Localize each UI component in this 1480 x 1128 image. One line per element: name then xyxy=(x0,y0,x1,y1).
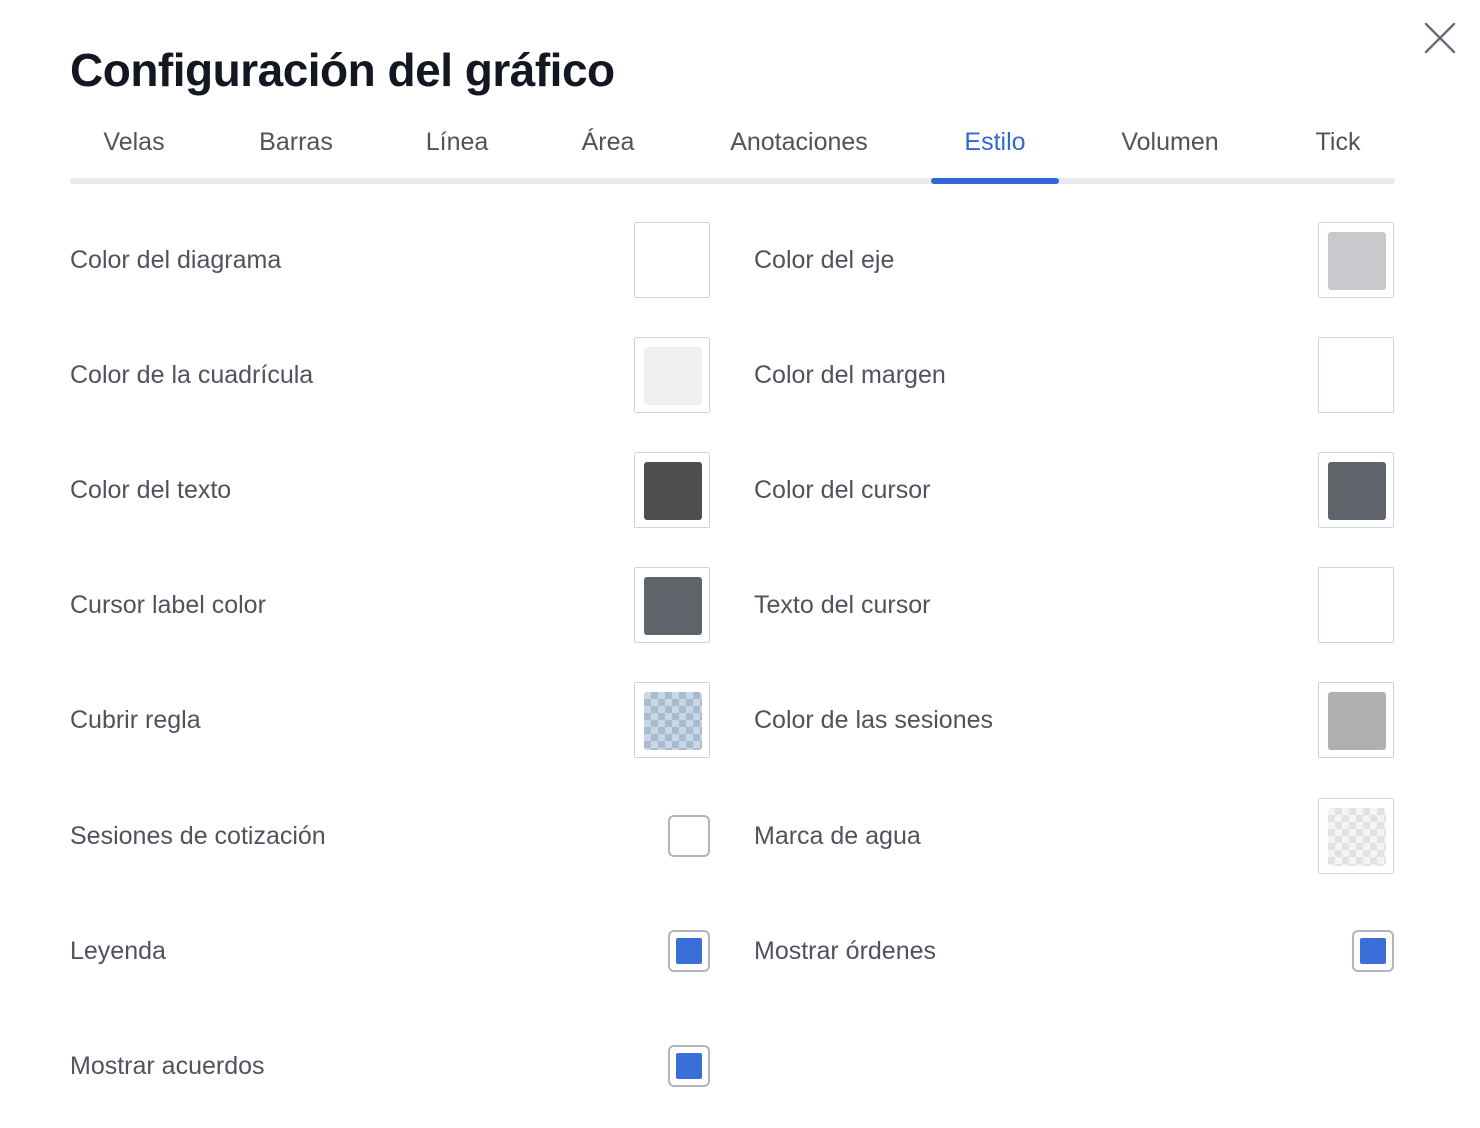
color-de-las-sesiones-swatch[interactable] xyxy=(1318,682,1394,758)
mostrar-acuerdos-label: Mostrar acuerdos xyxy=(70,1052,265,1080)
color-del-diagrama-swatch-fill xyxy=(644,232,702,290)
cubrir-regla-swatch-fill xyxy=(644,692,702,750)
color-del-cursor-swatch-fill xyxy=(1328,462,1386,520)
marca-de-agua-label: Marca de agua xyxy=(754,822,921,850)
mostrar-ordenes-checkbox[interactable] xyxy=(1352,930,1394,972)
color-del-cursor-swatch[interactable] xyxy=(1318,452,1394,528)
color-del-margen-swatch[interactable] xyxy=(1318,337,1394,413)
tab-anotaciones[interactable]: Anotaciones xyxy=(730,112,868,172)
checkbox-checked-mark xyxy=(1360,938,1386,964)
dialog-title: Configuración del gráfico xyxy=(70,44,615,96)
color-de-la-cuadricula-label: Color de la cuadrícula xyxy=(70,361,314,389)
texto-del-cursor-label: Texto del cursor xyxy=(754,591,931,619)
cubrir-regla-swatch[interactable] xyxy=(634,682,710,758)
color-del-texto-label: Color del texto xyxy=(70,476,232,504)
tab-track xyxy=(70,178,1395,184)
close-button[interactable] xyxy=(1420,18,1460,58)
color-del-diagrama-label: Color del diagrama xyxy=(70,246,282,274)
color-del-margen-label: Color del margen xyxy=(754,361,946,389)
texto-del-cursor-swatch[interactable] xyxy=(1318,567,1394,643)
cursor-label-color-swatch[interactable] xyxy=(634,567,710,643)
color-de-las-sesiones-label: Color de las sesiones xyxy=(754,706,994,734)
mostrar-acuerdos-checkbox[interactable] xyxy=(668,1045,710,1087)
color-del-cursor-label: Color del cursor xyxy=(754,476,931,504)
tab-tick[interactable]: Tick xyxy=(1316,112,1361,172)
color-del-diagrama-swatch[interactable] xyxy=(634,222,710,298)
leyenda-checkbox[interactable] xyxy=(668,930,710,972)
sesiones-de-cotizacion-label: Sesiones de cotización xyxy=(70,822,326,850)
tab-estilo[interactable]: Estilo xyxy=(964,112,1025,172)
color-del-margen-swatch-fill xyxy=(1328,347,1386,405)
tab-bar: Velas Barras Línea Área Anotaciones Estilo Vol… xyxy=(70,112,1395,186)
color-de-la-cuadricula-swatch[interactable] xyxy=(634,337,710,413)
checkbox-checked-mark xyxy=(676,1053,702,1079)
color-del-texto-swatch-fill xyxy=(644,462,702,520)
color-de-las-sesiones-swatch-fill xyxy=(1328,692,1386,750)
active-tab-indicator xyxy=(931,178,1059,184)
leyenda-label: Leyenda xyxy=(70,937,166,965)
checkbox-checked-mark xyxy=(676,938,702,964)
tab-velas[interactable]: Velas xyxy=(103,112,164,172)
mostrar-ordenes-label: Mostrar órdenes xyxy=(754,937,937,965)
color-del-eje-label: Color del eje xyxy=(754,246,895,274)
cursor-label-color-swatch-fill xyxy=(644,577,702,635)
color-de-la-cuadricula-swatch-fill xyxy=(644,347,702,405)
sesiones-de-cotizacion-checkbox[interactable] xyxy=(668,815,710,857)
color-del-eje-swatch-fill xyxy=(1328,232,1386,290)
color-del-eje-swatch[interactable] xyxy=(1318,222,1394,298)
marca-de-agua-swatch-fill xyxy=(1328,808,1386,866)
color-del-texto-swatch[interactable] xyxy=(634,452,710,528)
tab-volumen[interactable]: Volumen xyxy=(1121,112,1218,172)
tab-barras[interactable]: Barras xyxy=(259,112,333,172)
cubrir-regla-label: Cubrir regla xyxy=(70,706,201,734)
marca-de-agua-swatch[interactable] xyxy=(1318,798,1394,874)
tab-linea[interactable]: Línea xyxy=(426,112,489,172)
tab-area[interactable]: Área xyxy=(582,112,635,172)
cursor-label-color-label: Cursor label color xyxy=(70,591,266,619)
close-icon xyxy=(1424,22,1456,54)
texto-del-cursor-swatch-fill xyxy=(1328,577,1386,635)
